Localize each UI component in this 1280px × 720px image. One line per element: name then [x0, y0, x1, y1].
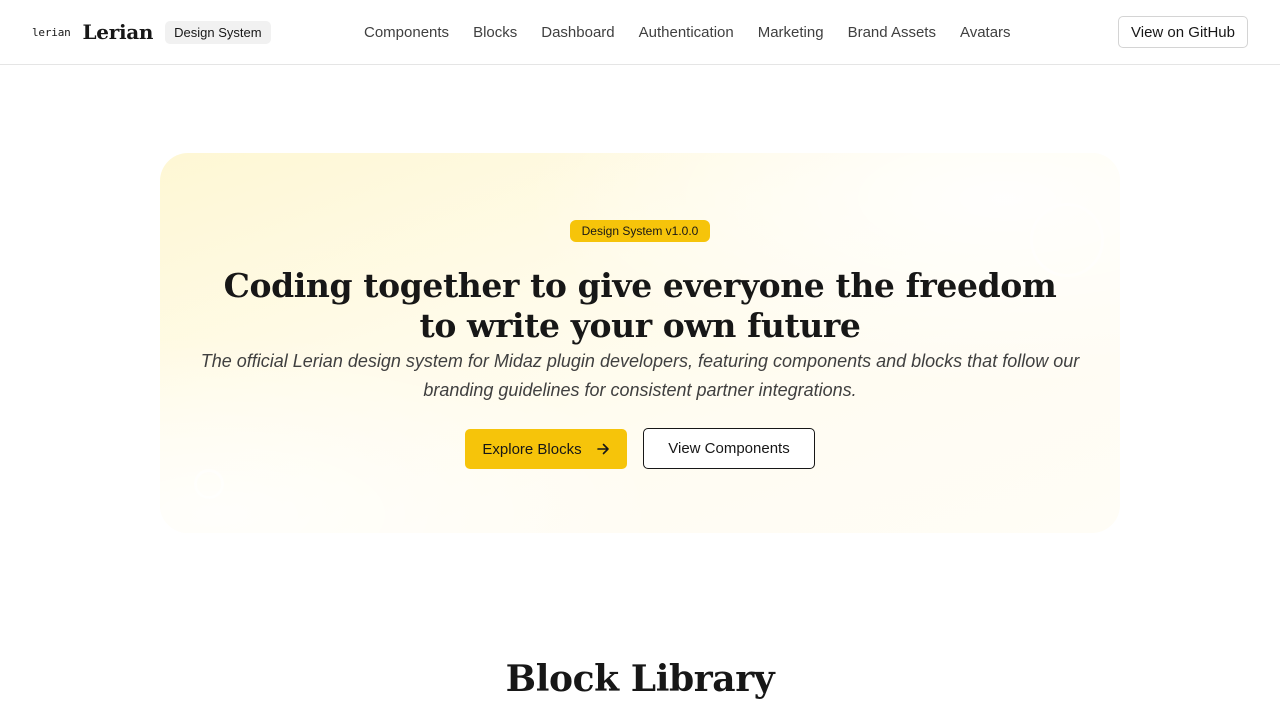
nav-link-dashboard[interactable]: Dashboard [529, 24, 626, 41]
nav-link-blocks[interactable]: Blocks [461, 24, 529, 41]
hero-title: Coding together to give everyone the fre… [223, 266, 1057, 345]
design-system-badge: Design System [165, 20, 271, 44]
explore-blocks-label: Explore Blocks [482, 440, 582, 458]
nav-link-avatars[interactable]: Avatars [948, 24, 1023, 41]
main-nav: Components Blocks Dashboard Authenticati… [352, 0, 1023, 64]
decorative-ring-bottom-left [194, 469, 224, 499]
nav-link-brand-assets[interactable]: Brand Assets [836, 24, 948, 41]
lerian-logo-mark[interactable]: lerian [32, 26, 71, 39]
brand[interactable]: lerian Lerian Design System [32, 0, 271, 64]
version-badge: Design System v1.0.0 [570, 220, 710, 242]
nav-link-authentication[interactable]: Authentication [627, 24, 746, 41]
view-on-github-button[interactable]: View on GitHub [1118, 16, 1248, 48]
block-library-heading: Block Library [505, 658, 775, 700]
arrow-right-icon [596, 442, 610, 456]
explore-blocks-button[interactable]: Explore Blocks [465, 429, 627, 469]
hero-subtitle: The official Lerian design system for Mi… [200, 351, 1080, 400]
top-navigation-bar: lerian Lerian Design System Components B… [0, 0, 1280, 65]
nav-link-marketing[interactable]: Marketing [746, 24, 836, 41]
brand-name[interactable]: Lerian [83, 20, 154, 44]
view-components-button[interactable]: View Components [643, 428, 815, 469]
nav-link-components[interactable]: Components [352, 24, 461, 41]
